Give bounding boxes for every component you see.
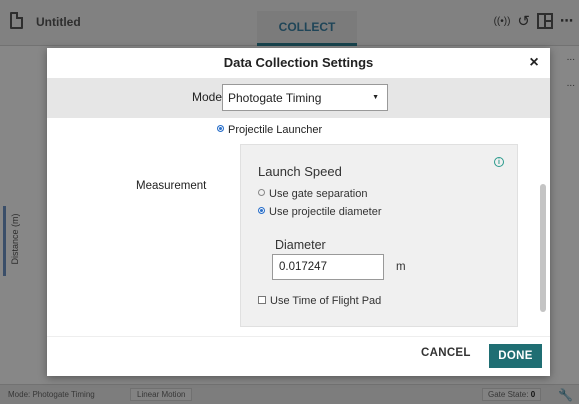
time-of-flight-option[interactable]: Use Time of Flight Pad — [258, 295, 381, 307]
mode-select-value: Photogate Timing — [228, 91, 322, 105]
projectile-diameter-label: Use projectile diameter — [269, 206, 382, 218]
diameter-input[interactable]: 0.017247 — [272, 254, 384, 280]
measurement-label: Measurement — [136, 180, 207, 192]
checkbox-icon[interactable] — [258, 296, 266, 304]
projectile-launcher-label: Projectile Launcher — [228, 124, 323, 136]
launch-speed-title: Launch Speed — [258, 164, 342, 179]
mode-label: Mode — [191, 90, 222, 104]
dialog-scrollbar[interactable] — [540, 184, 546, 312]
cancel-button[interactable]: CANCEL — [421, 347, 471, 359]
caret-down-icon: ▼ — [372, 94, 379, 101]
dialog-footer: CANCEL DONE — [47, 336, 550, 376]
mode-row: Mode Photogate Timing ▼ — [47, 78, 550, 118]
diameter-unit: m — [396, 261, 406, 273]
done-button[interactable]: DONE — [489, 344, 542, 368]
dialog-title: Data Collection Settings — [223, 55, 374, 70]
radio-selected-icon[interactable] — [258, 207, 265, 214]
projectile-launcher-option[interactable]: Projectile Launcher — [217, 124, 322, 136]
launch-speed-panel: i Launch Speed Use gate separation Use p… — [240, 144, 518, 327]
radio-selected-icon[interactable] — [217, 125, 224, 132]
diameter-label: Diameter — [275, 238, 326, 252]
close-icon[interactable]: × — [524, 52, 544, 74]
time-of-flight-label: Use Time of Flight Pad — [270, 295, 382, 307]
gate-separation-label: Use gate separation — [269, 188, 368, 200]
mode-select[interactable]: Photogate Timing ▼ — [222, 84, 388, 111]
projectile-diameter-option[interactable]: Use projectile diameter — [258, 206, 382, 218]
info-icon[interactable]: i — [494, 157, 504, 167]
gate-separation-option[interactable]: Use gate separation — [258, 188, 367, 200]
data-collection-settings-dialog: Data Collection Settings × Mode Photogat… — [47, 48, 550, 376]
radio-unselected-icon[interactable] — [258, 189, 265, 196]
dialog-content: Projectile Launcher Measurement i Launch… — [47, 118, 550, 336]
